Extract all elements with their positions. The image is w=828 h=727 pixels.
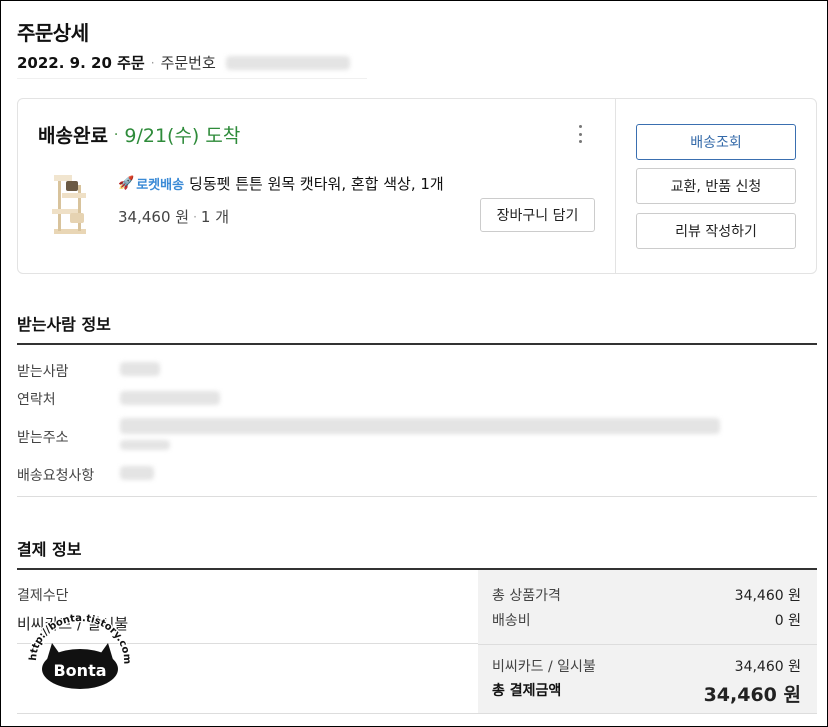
delivery-request-label: 배송요청사항 [17,468,95,484]
order-meta-underline [17,78,367,79]
total-payment-value: 34,460 원 [703,684,801,706]
summary-divider [478,644,817,645]
order-date: 2022. 9. 20 주문 [17,54,145,72]
delivery-request-redacted [120,466,154,480]
section-divider [17,713,817,714]
section-divider [17,343,817,345]
rocket-badge: 🚀 로켓배송 [118,174,184,193]
shipping-fee-label: 배송비 [492,613,531,629]
order-number-redacted [225,55,350,70]
watermark-name: Bonta [53,661,106,680]
shipment-status: 배송완료 · 9/21(수) 도착 [38,121,240,148]
payment-summary: 총 상품가격 34,460 원 배송비 0 원 비씨카드 / 일시불 34,46… [478,570,817,713]
total-product-price-value: 34,460 원 [734,588,801,604]
payment-section-title: 결제 정보 [17,540,82,559]
price-line: 34,460 원 · 1 개 [118,206,229,227]
product-thumbnail[interactable] [44,169,96,235]
product-price: 34,460 원 [118,208,190,226]
separator-dot: · [150,55,155,70]
shipment-card: 배송완료 · 9/21(수) 도착 🚀 로켓배송 딩동펫 튼튼 원목 캣타워, … [17,98,817,274]
card-payment-value: 34,460 원 [734,659,801,675]
recipient-address-redacted [120,418,720,434]
add-to-cart-button[interactable]: 장바구니 담기 [480,198,595,232]
payment-method-label: 결제수단 [17,588,69,604]
product-name[interactable]: 딩동펫 튼튼 원목 캣타워, 혼합 색상, 1개 [189,173,444,194]
track-delivery-button[interactable]: 배송조회 [636,124,796,160]
separator-dot: · [113,126,119,143]
recipient-phone-redacted [120,391,220,405]
recipient-address-label: 받는주소 [17,430,69,446]
product-line: 🚀 로켓배송 딩동펫 튼튼 원목 캣타워, 혼합 색상, 1개 [118,173,444,194]
recipient-address-redacted-2 [120,440,170,450]
shipping-fee-value: 0 원 [774,613,801,629]
order-number-label: 주문번호 [160,54,216,72]
order-meta: 2022. 9. 20 주문 · 주문번호 [17,52,350,73]
more-vertical-icon[interactable] [574,123,586,145]
separator-dot: · [193,209,197,224]
rocket-icon: 🚀 [118,176,135,191]
section-divider [17,496,817,497]
total-payment-row: 총 결제금액 34,460 원 [492,680,801,707]
recipient-name-redacted [120,362,160,376]
card-payment-row: 비씨카드 / 일시불 34,460 원 [492,656,801,676]
arrival-date: 9/21(수) 도착 [124,125,241,147]
recipient-name-label: 받는사람 [17,364,69,380]
write-review-button[interactable]: 리뷰 작성하기 [636,213,796,249]
shipment-info: 배송완료 · 9/21(수) 도착 🚀 로켓배송 딩동펫 튼튼 원목 캣타워, … [18,99,616,273]
shipment-actions: 배송조회 교환, 반품 신청 리뷰 작성하기 [616,99,816,273]
total-payment-label: 총 결제금액 [492,683,562,699]
page-title: 주문상세 [17,21,89,45]
exchange-return-button[interactable]: 교환, 반품 신청 [636,168,796,204]
recipient-phone-label: 연락처 [17,392,56,408]
rocket-badge-label: 로켓배송 [136,178,185,193]
delivery-status: 배송완료 [38,125,108,147]
product-quantity: 1 개 [200,208,230,226]
shipping-fee-row: 배송비 0 원 [492,610,801,630]
total-product-price-label: 총 상품가격 [492,588,561,604]
bonta-watermark: http://bonta.tistory.com Bonta [27,612,133,689]
recipient-section-title: 받는사람 정보 [17,315,111,334]
total-product-price-row: 총 상품가격 34,460 원 [492,585,801,605]
card-payment-label: 비씨카드 / 일시불 [492,659,596,675]
